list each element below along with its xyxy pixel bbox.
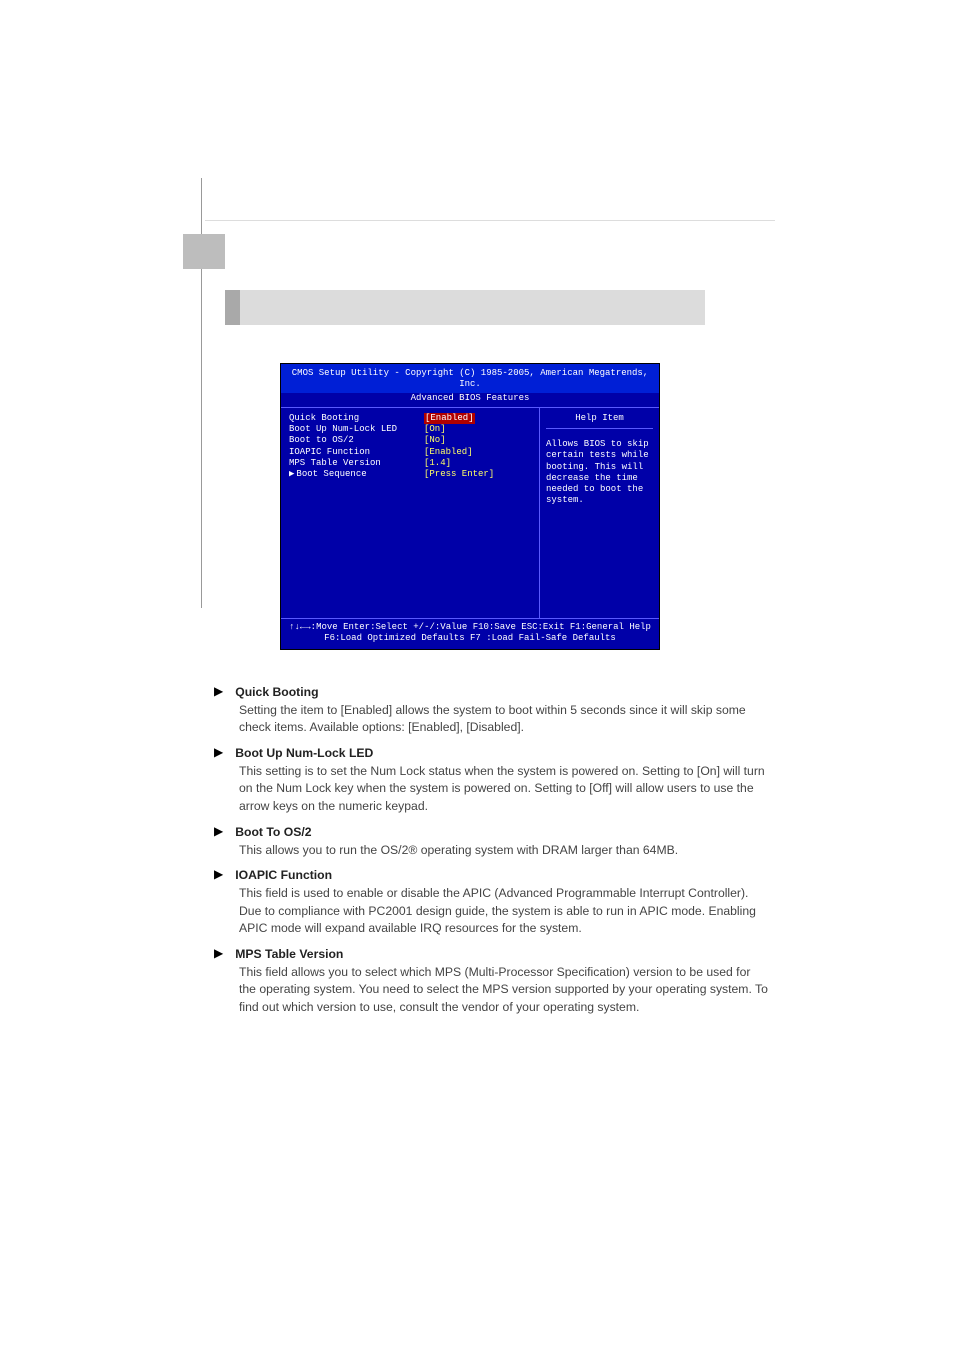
bios-row-value: [Enabled]: [424, 447, 473, 458]
item-numlock: ▶ Boot Up Num-Lock LED This setting is t…: [214, 745, 769, 816]
item-description: This field allows you to select which MP…: [239, 964, 769, 1017]
bios-screenshot: CMOS Setup Utility - Copyright (C) 1985-…: [280, 363, 660, 650]
bios-help-text: Allows BIOS to skip certain tests while …: [546, 439, 653, 507]
triangle-right-icon: ▶: [214, 824, 223, 840]
bios-row-label: MPS Table Version: [289, 458, 424, 469]
bios-footer: ↑↓←→:Move Enter:Select +/-/:Value F10:Sa…: [281, 618, 659, 650]
bios-row-label: Boot Up Num-Lock LED: [289, 424, 424, 435]
item-title: Quick Booting: [235, 684, 318, 702]
bios-row-quick-booting[interactable]: Quick Booting [Enabled]: [289, 413, 533, 424]
bios-subtitle: Advanced BIOS Features: [281, 393, 659, 407]
settings-descriptions: ▶ Quick Booting Setting the item to [Ena…: [214, 684, 769, 1025]
item-description: This allows you to run the OS/2® operati…: [239, 842, 769, 860]
bios-row-label: Boot to OS/2: [289, 435, 424, 446]
item-os2: ▶ Boot To OS/2 This allows you to run th…: [214, 824, 769, 859]
item-description: This field is used to enable or disable …: [239, 885, 769, 938]
item-description: This setting is to set the Num Lock stat…: [239, 763, 769, 816]
bios-row-value: [Enabled]: [424, 413, 475, 424]
bios-row-value: [On]: [424, 424, 446, 435]
bios-row-value: [No]: [424, 435, 446, 446]
bios-row-value: [1.4]: [424, 458, 451, 469]
bios-row-value: [Press Enter]: [424, 469, 494, 480]
triangle-right-icon: ▶: [214, 946, 223, 962]
bios-body: Quick Booting [Enabled] Boot Up Num-Lock…: [281, 407, 659, 618]
bios-row-boot-sequence[interactable]: ▶Boot Sequence [Press Enter]: [289, 469, 533, 480]
bios-row-ioapic[interactable]: IOAPIC Function [Enabled]: [289, 447, 533, 458]
triangle-right-icon: ▶: [214, 867, 223, 883]
bios-footer-line1: ↑↓←→:Move Enter:Select +/-/:Value F10:Sa…: [289, 622, 651, 632]
bios-row-numlock[interactable]: Boot Up Num-Lock LED [On]: [289, 424, 533, 435]
item-ioapic: ▶ IOAPIC Function This field is used to …: [214, 867, 769, 938]
bios-row-label-text: Boot Sequence: [296, 469, 366, 479]
item-title: IOAPIC Function: [235, 867, 332, 885]
bios-help-title: Help Item: [546, 413, 653, 429]
item-quick-booting: ▶ Quick Booting Setting the item to [Ena…: [214, 684, 769, 737]
item-title: Boot Up Num-Lock LED: [235, 745, 373, 763]
bios-footer-line2: F6:Load Optimized Defaults F7 :Load Fail…: [285, 633, 655, 644]
bios-title: CMOS Setup Utility - Copyright (C) 1985-…: [281, 364, 659, 393]
triangle-right-icon: ▶: [289, 469, 294, 479]
bios-row-mps[interactable]: MPS Table Version [1.4]: [289, 458, 533, 469]
section-heading-accent: [225, 290, 240, 325]
page: CMOS Setup Utility - Copyright (C) 1985-…: [0, 0, 954, 1349]
bios-row-label: IOAPIC Function: [289, 447, 424, 458]
bios-row-label: ▶Boot Sequence: [289, 469, 424, 480]
item-title: MPS Table Version: [235, 946, 343, 964]
item-title: Boot To OS/2: [235, 824, 311, 842]
item-mps: ▶ MPS Table Version This field allows yo…: [214, 946, 769, 1017]
horizontal-rule: [205, 220, 775, 221]
triangle-right-icon: ▶: [214, 745, 223, 761]
bios-settings-panel: Quick Booting [Enabled] Boot Up Num-Lock…: [281, 408, 539, 618]
section-heading-bar: [225, 290, 705, 325]
bios-window: CMOS Setup Utility - Copyright (C) 1985-…: [280, 363, 660, 650]
bios-row-os2[interactable]: Boot to OS/2 [No]: [289, 435, 533, 446]
page-accent-block: [183, 234, 225, 269]
bios-row-label: Quick Booting: [289, 413, 424, 424]
bios-help-panel: Help Item Allows BIOS to skip certain te…: [539, 408, 659, 618]
triangle-right-icon: ▶: [214, 684, 223, 700]
item-description: Setting the item to [Enabled] allows the…: [239, 702, 769, 737]
